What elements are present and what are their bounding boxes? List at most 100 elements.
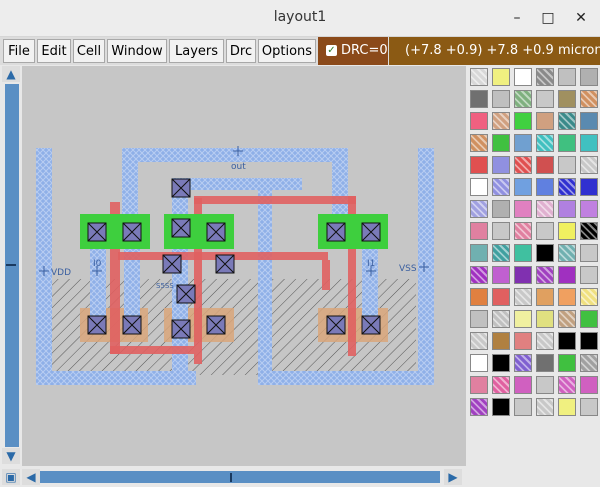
layer-swatch[interactable] <box>536 90 554 108</box>
drc-toggle[interactable]: ✓ DRC=0 <box>318 37 388 65</box>
layer-swatch[interactable] <box>514 112 532 130</box>
layer-swatch[interactable] <box>536 200 554 218</box>
layer-swatch[interactable] <box>492 200 510 218</box>
layer-swatch[interactable] <box>536 244 554 262</box>
layer-swatch[interactable] <box>558 288 576 306</box>
layer-swatch[interactable] <box>492 354 510 372</box>
layer-swatch[interactable] <box>580 222 598 240</box>
layer-swatch[interactable] <box>492 332 510 350</box>
scroll-corner-icon[interactable]: ▣ <box>2 469 20 485</box>
maximize-button[interactable]: □ <box>537 8 559 28</box>
layer-swatch[interactable] <box>492 376 510 394</box>
layer-swatch[interactable] <box>514 376 532 394</box>
layer-swatch[interactable] <box>470 90 488 108</box>
layer-swatch[interactable] <box>514 156 532 174</box>
layer-swatch[interactable] <box>558 90 576 108</box>
layer-swatch[interactable] <box>558 376 576 394</box>
layer-swatch[interactable] <box>558 266 576 284</box>
layer-swatch[interactable] <box>536 398 554 416</box>
layer-swatch[interactable] <box>558 156 576 174</box>
layer-swatch[interactable] <box>536 134 554 152</box>
menu-options[interactable]: Options <box>258 39 316 63</box>
layer-swatch[interactable] <box>514 398 532 416</box>
menu-drc[interactable]: Drc <box>226 39 256 63</box>
layer-swatch[interactable] <box>492 90 510 108</box>
vertical-scrollbar[interactable]: ▲ ▼ <box>2 66 20 466</box>
layer-swatch[interactable] <box>536 310 554 328</box>
layer-swatch[interactable] <box>492 310 510 328</box>
layer-swatch[interactable] <box>558 68 576 86</box>
drc-checkbox-icon[interactable]: ✓ <box>326 45 337 56</box>
layer-swatch[interactable] <box>536 288 554 306</box>
layer-swatch[interactable] <box>514 134 532 152</box>
layer-swatch[interactable] <box>580 266 598 284</box>
layer-swatch[interactable] <box>580 68 598 86</box>
layer-swatch[interactable] <box>580 354 598 372</box>
layer-swatch[interactable] <box>580 112 598 130</box>
minimize-button[interactable]: – <box>506 8 528 28</box>
layer-swatch[interactable] <box>470 398 488 416</box>
layer-swatch[interactable] <box>580 200 598 218</box>
layer-swatch[interactable] <box>536 68 554 86</box>
layout-drawing[interactable]: out VDD VSS I0 I1 S5SS <box>22 66 466 466</box>
layer-swatch[interactable] <box>492 112 510 130</box>
layer-swatch[interactable] <box>470 134 488 152</box>
layer-swatch[interactable] <box>492 68 510 86</box>
scroll-down-icon[interactable]: ▼ <box>2 448 20 464</box>
menu-file[interactable]: File <box>3 39 35 63</box>
scroll-up-icon[interactable]: ▲ <box>2 66 20 82</box>
layer-swatch[interactable] <box>558 222 576 240</box>
layer-swatch[interactable] <box>470 244 488 262</box>
layer-swatch[interactable] <box>470 266 488 284</box>
layer-swatch[interactable] <box>514 332 532 350</box>
layer-swatch[interactable] <box>558 178 576 196</box>
layer-swatch[interactable] <box>558 332 576 350</box>
layer-swatch[interactable] <box>514 354 532 372</box>
layer-swatch[interactable] <box>580 244 598 262</box>
layout-canvas[interactable]: out VDD VSS I0 I1 S5SS <box>22 66 466 466</box>
layer-swatch[interactable] <box>470 68 488 86</box>
close-button[interactable]: ✕ <box>570 8 592 28</box>
layer-swatch[interactable] <box>580 376 598 394</box>
layer-swatch[interactable] <box>470 332 488 350</box>
horizontal-scrollbar[interactable]: ▣ ◀ ▶ <box>0 468 468 486</box>
layer-swatch[interactable] <box>536 222 554 240</box>
layer-swatch[interactable] <box>492 398 510 416</box>
layer-swatch[interactable] <box>558 354 576 372</box>
layer-swatch[interactable] <box>580 156 598 174</box>
scroll-left-icon[interactable]: ◀ <box>22 469 40 485</box>
layer-swatch[interactable] <box>580 398 598 416</box>
layer-swatch[interactable] <box>514 266 532 284</box>
layer-swatch[interactable] <box>514 90 532 108</box>
horizontal-scroll-thumb[interactable] <box>40 471 440 483</box>
layer-swatch[interactable] <box>470 112 488 130</box>
layer-swatch[interactable] <box>492 178 510 196</box>
layer-swatch[interactable] <box>580 90 598 108</box>
layer-swatch[interactable] <box>492 156 510 174</box>
layer-swatch[interactable] <box>470 354 488 372</box>
layer-swatch[interactable] <box>580 178 598 196</box>
layer-swatch[interactable] <box>470 376 488 394</box>
layer-swatch[interactable] <box>558 310 576 328</box>
layer-swatch[interactable] <box>470 200 488 218</box>
layer-swatch[interactable] <box>558 134 576 152</box>
layer-swatch[interactable] <box>492 288 510 306</box>
layer-swatch[interactable] <box>492 222 510 240</box>
layer-swatch[interactable] <box>492 134 510 152</box>
menu-cell[interactable]: Cell <box>73 39 105 63</box>
layer-swatch[interactable] <box>514 310 532 328</box>
layer-swatch[interactable] <box>558 112 576 130</box>
layer-swatch[interactable] <box>514 244 532 262</box>
layer-swatch[interactable] <box>580 288 598 306</box>
layer-swatch[interactable] <box>470 178 488 196</box>
layer-swatch[interactable] <box>514 200 532 218</box>
layer-swatch[interactable] <box>514 68 532 86</box>
layer-swatch[interactable] <box>580 332 598 350</box>
layer-swatch[interactable] <box>536 376 554 394</box>
layer-swatch[interactable] <box>514 178 532 196</box>
layer-swatch[interactable] <box>536 156 554 174</box>
layer-swatch[interactable] <box>492 266 510 284</box>
layer-swatch[interactable] <box>514 288 532 306</box>
layer-swatch[interactable] <box>558 398 576 416</box>
layer-swatch[interactable] <box>514 222 532 240</box>
